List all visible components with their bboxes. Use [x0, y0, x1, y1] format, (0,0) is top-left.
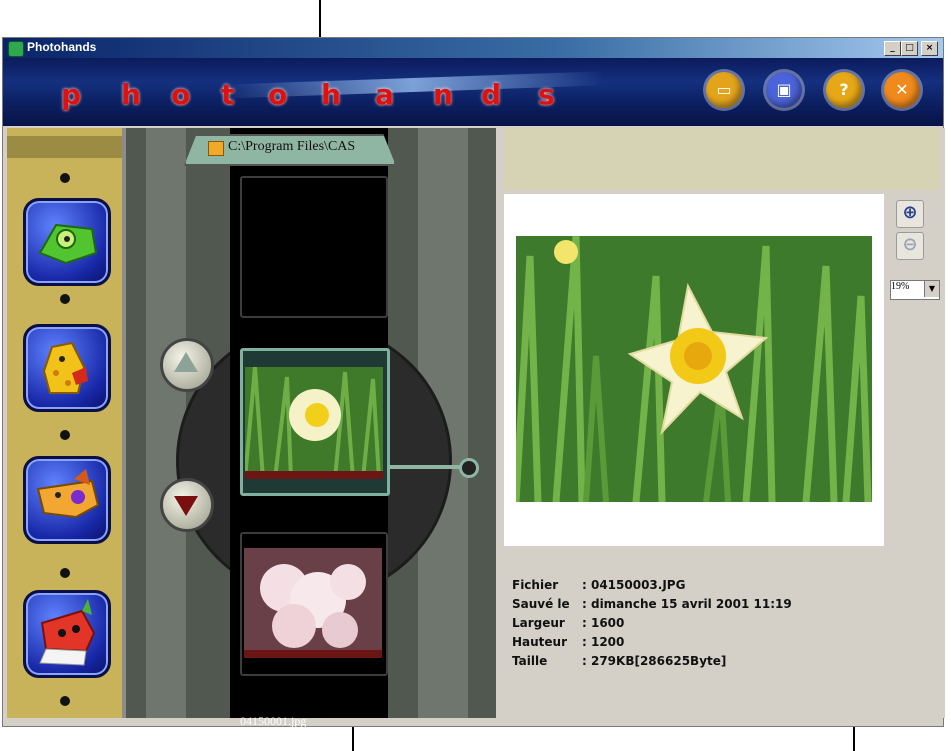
- info-row: Fichier : 04150003.JPG: [512, 578, 792, 597]
- daffodil-preview-image: [516, 236, 872, 502]
- logo-letter: o: [268, 78, 288, 111]
- character-panel-header: [7, 136, 122, 158]
- preview-panel: ⊕ ⊖ 19% ▼ Fichier : 04150003.JPG Sauvé le:…: [498, 128, 945, 718]
- file-info: Fichier : 04150003.JPG Sauvé le : dimanche …: [512, 578, 792, 673]
- minimize-button[interactable]: _: [884, 41, 901, 56]
- title-bar[interactable]: Photohands _ □ ×: [3, 38, 943, 58]
- info-value: : 04150003.JPG: [582, 578, 686, 592]
- info-value: : 1200: [582, 635, 625, 649]
- zoom-in-button[interactable]: ⊕: [896, 200, 924, 228]
- chameleon-character-button[interactable]: [23, 198, 111, 286]
- separator-dot: [60, 430, 70, 440]
- separator-dot: [60, 173, 70, 183]
- chameleon-icon: [38, 223, 98, 265]
- info-row: Hauteur : 1200: [512, 635, 792, 654]
- help-icon: ?: [839, 80, 849, 99]
- info-key: Hauteur: [512, 635, 568, 649]
- info-key: Fichier: [512, 578, 559, 592]
- folder-icon: [208, 141, 224, 156]
- giraffe-character-button[interactable]: [23, 324, 111, 412]
- info-row: Taille : 279KB[286625Byte]: [512, 654, 792, 673]
- zoom-level-select[interactable]: 19% ▼: [890, 280, 940, 300]
- info-row: Largeur : 1600: [512, 616, 792, 635]
- connector-knob: [459, 458, 479, 478]
- help-button[interactable]: ?: [826, 72, 862, 108]
- thumbnail-frame-selected[interactable]: [240, 348, 390, 496]
- info-row: Sauvé le : dimanche 15 avril 2001 11:19: [512, 597, 792, 616]
- bird-character-button[interactable]: [23, 590, 111, 678]
- logo-letter: p: [61, 78, 82, 111]
- arrow-up-icon: [174, 352, 198, 372]
- arrow-down-icon: [174, 496, 198, 516]
- filmstrip-backdrop: [146, 128, 186, 718]
- scroll-down-button[interactable]: [160, 478, 214, 532]
- separator-dot: [60, 696, 70, 706]
- separator-dot: [60, 294, 70, 304]
- dropdown-arrow-icon[interactable]: ▼: [924, 281, 939, 297]
- info-value: : dimanche 15 avril 2001 11:19: [582, 597, 792, 611]
- logo-letter: d: [481, 78, 502, 111]
- app-window: Photohands _ □ × photohands ▭ ▣? ✕ C:\Pr…: [2, 37, 945, 728]
- app-icon: [8, 41, 24, 57]
- dog-icon: [36, 469, 100, 519]
- logo-letter: a: [375, 78, 394, 111]
- logo-letter: t: [221, 78, 235, 111]
- maximize-button[interactable]: □: [901, 41, 918, 56]
- connector-line: [388, 465, 462, 469]
- cherry-blossom-thumbnail: [244, 548, 382, 658]
- giraffe-icon: [42, 341, 88, 394]
- zoom-level-value: 19%: [891, 281, 910, 292]
- open-folder-icon: ▭: [716, 80, 732, 99]
- close-window-button[interactable]: ×: [921, 41, 938, 56]
- banner: photohands ▭ ▣? ✕: [3, 58, 943, 126]
- daffodil-thumbnail: [245, 367, 383, 479]
- folder-path: C:\Program Files\CAS: [228, 139, 356, 154]
- window-title: Photohands: [27, 40, 97, 54]
- info-key: Taille: [512, 654, 548, 668]
- info-key: Largeur: [512, 616, 565, 630]
- thumbnail-frame[interactable]: [240, 532, 388, 676]
- thumbnail-frame-empty[interactable]: [240, 176, 388, 318]
- thumbnail-filename: 04150001.jpg: [240, 714, 307, 728]
- character-panel: [7, 128, 126, 718]
- close-icon: ✕: [895, 80, 909, 99]
- info-value: : 279KB[286625Byte]: [582, 654, 727, 668]
- filmstrip-area: C:\Program Files\CAS 04150001.jpg: [126, 128, 496, 728]
- logo-letter: s: [538, 78, 555, 111]
- bird-icon: [39, 599, 96, 666]
- info-value: : 1600: [582, 616, 625, 630]
- save-icon: ▣: [776, 80, 792, 99]
- save-button[interactable]: ▣: [766, 72, 802, 108]
- dog-character-button[interactable]: [23, 456, 111, 544]
- scroll-up-button[interactable]: [160, 338, 214, 392]
- separator-dot: [60, 568, 70, 578]
- zoom-out-button[interactable]: ⊖: [896, 232, 924, 260]
- preview-canvas: [504, 194, 884, 546]
- open-folder-button[interactable]: ▭: [706, 72, 742, 108]
- logo-letter: h: [321, 78, 341, 111]
- logo-letter: o: [171, 78, 191, 111]
- preview-header: [504, 128, 940, 190]
- close-button[interactable]: ✕: [884, 72, 920, 108]
- logo-letter: h: [121, 78, 141, 111]
- info-key: Sauvé le: [512, 597, 570, 611]
- logo-letter: n: [433, 78, 453, 111]
